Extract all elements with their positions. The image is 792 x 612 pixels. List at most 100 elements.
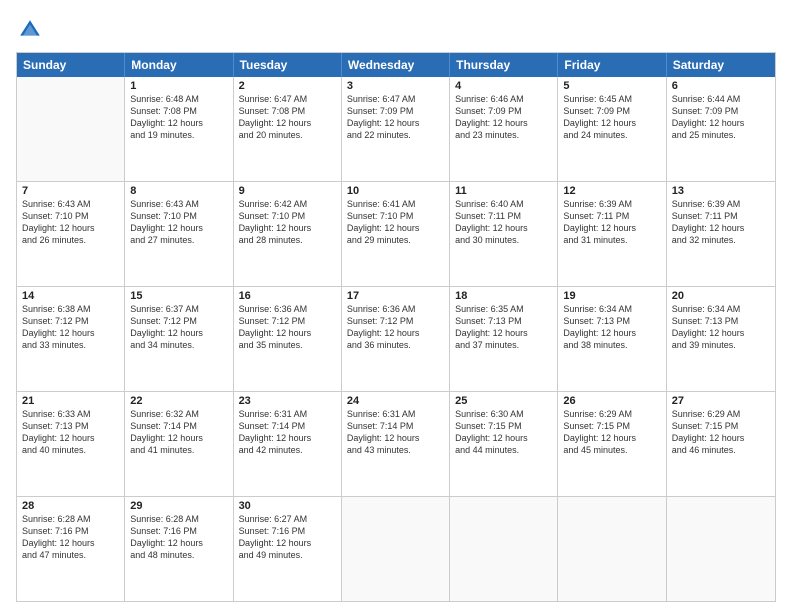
line4: and 48 minutes. (130, 549, 227, 561)
day-number: 11 (455, 185, 552, 197)
cal-header-thursday: Thursday (450, 53, 558, 77)
day-number: 20 (672, 290, 770, 302)
line4: and 19 minutes. (130, 129, 227, 141)
line2: Sunset: 7:10 PM (347, 210, 444, 222)
calendar-body: 1Sunrise: 6:48 AMSunset: 7:08 PMDaylight… (17, 77, 775, 601)
day-number: 14 (22, 290, 119, 302)
day-number: 1 (130, 80, 227, 92)
line4: and 20 minutes. (239, 129, 336, 141)
line4: and 37 minutes. (455, 339, 552, 351)
line3: Daylight: 12 hours (455, 432, 552, 444)
cal-cell-0-1: 1Sunrise: 6:48 AMSunset: 7:08 PMDaylight… (125, 77, 233, 181)
cal-row-2: 14Sunrise: 6:38 AMSunset: 7:12 PMDayligh… (17, 287, 775, 392)
line2: Sunset: 7:13 PM (672, 315, 770, 327)
line4: and 27 minutes. (130, 234, 227, 246)
cal-cell-4-5 (558, 497, 666, 601)
line4: and 24 minutes. (563, 129, 660, 141)
line3: Daylight: 12 hours (347, 432, 444, 444)
day-number: 5 (563, 80, 660, 92)
line1: Sunrise: 6:32 AM (130, 408, 227, 420)
cal-cell-0-2: 2Sunrise: 6:47 AMSunset: 7:08 PMDaylight… (234, 77, 342, 181)
line2: Sunset: 7:09 PM (455, 105, 552, 117)
line3: Daylight: 12 hours (563, 432, 660, 444)
line3: Daylight: 12 hours (22, 432, 119, 444)
line1: Sunrise: 6:27 AM (239, 513, 336, 525)
line2: Sunset: 7:16 PM (22, 525, 119, 537)
line4: and 38 minutes. (563, 339, 660, 351)
day-number: 12 (563, 185, 660, 197)
line1: Sunrise: 6:47 AM (347, 93, 444, 105)
line1: Sunrise: 6:36 AM (239, 303, 336, 315)
line4: and 30 minutes. (455, 234, 552, 246)
line1: Sunrise: 6:40 AM (455, 198, 552, 210)
day-number: 15 (130, 290, 227, 302)
line3: Daylight: 12 hours (239, 327, 336, 339)
line1: Sunrise: 6:28 AM (130, 513, 227, 525)
line1: Sunrise: 6:37 AM (130, 303, 227, 315)
day-number: 7 (22, 185, 119, 197)
line3: Daylight: 12 hours (672, 327, 770, 339)
line2: Sunset: 7:14 PM (347, 420, 444, 432)
cal-cell-3-0: 21Sunrise: 6:33 AMSunset: 7:13 PMDayligh… (17, 392, 125, 496)
line2: Sunset: 7:11 PM (563, 210, 660, 222)
cal-row-0: 1Sunrise: 6:48 AMSunset: 7:08 PMDaylight… (17, 77, 775, 182)
line2: Sunset: 7:12 PM (130, 315, 227, 327)
line1: Sunrise: 6:41 AM (347, 198, 444, 210)
line3: Daylight: 12 hours (347, 222, 444, 234)
cal-cell-3-5: 26Sunrise: 6:29 AMSunset: 7:15 PMDayligh… (558, 392, 666, 496)
day-number: 30 (239, 500, 336, 512)
line1: Sunrise: 6:45 AM (563, 93, 660, 105)
line4: and 41 minutes. (130, 444, 227, 456)
cal-cell-1-1: 8Sunrise: 6:43 AMSunset: 7:10 PMDaylight… (125, 182, 233, 286)
line3: Daylight: 12 hours (347, 327, 444, 339)
line2: Sunset: 7:15 PM (672, 420, 770, 432)
line4: and 43 minutes. (347, 444, 444, 456)
line2: Sunset: 7:08 PM (239, 105, 336, 117)
line4: and 25 minutes. (672, 129, 770, 141)
cal-cell-1-4: 11Sunrise: 6:40 AMSunset: 7:11 PMDayligh… (450, 182, 558, 286)
cal-cell-0-0 (17, 77, 125, 181)
line4: and 34 minutes. (130, 339, 227, 351)
cal-cell-0-3: 3Sunrise: 6:47 AMSunset: 7:09 PMDaylight… (342, 77, 450, 181)
line3: Daylight: 12 hours (455, 222, 552, 234)
line1: Sunrise: 6:39 AM (672, 198, 770, 210)
line3: Daylight: 12 hours (22, 222, 119, 234)
day-number: 25 (455, 395, 552, 407)
line1: Sunrise: 6:31 AM (239, 408, 336, 420)
day-number: 13 (672, 185, 770, 197)
cal-cell-4-0: 28Sunrise: 6:28 AMSunset: 7:16 PMDayligh… (17, 497, 125, 601)
cal-cell-2-5: 19Sunrise: 6:34 AMSunset: 7:13 PMDayligh… (558, 287, 666, 391)
line1: Sunrise: 6:29 AM (563, 408, 660, 420)
line1: Sunrise: 6:33 AM (22, 408, 119, 420)
cal-row-1: 7Sunrise: 6:43 AMSunset: 7:10 PMDaylight… (17, 182, 775, 287)
cal-cell-3-3: 24Sunrise: 6:31 AMSunset: 7:14 PMDayligh… (342, 392, 450, 496)
line2: Sunset: 7:09 PM (347, 105, 444, 117)
cal-cell-2-2: 16Sunrise: 6:36 AMSunset: 7:12 PMDayligh… (234, 287, 342, 391)
line4: and 23 minutes. (455, 129, 552, 141)
line2: Sunset: 7:12 PM (347, 315, 444, 327)
cal-cell-4-3 (342, 497, 450, 601)
line2: Sunset: 7:16 PM (239, 525, 336, 537)
line3: Daylight: 12 hours (672, 117, 770, 129)
line2: Sunset: 7:14 PM (239, 420, 336, 432)
line4: and 29 minutes. (347, 234, 444, 246)
header (16, 16, 776, 44)
line3: Daylight: 12 hours (239, 222, 336, 234)
day-number: 21 (22, 395, 119, 407)
line1: Sunrise: 6:48 AM (130, 93, 227, 105)
line3: Daylight: 12 hours (563, 117, 660, 129)
cal-row-4: 28Sunrise: 6:28 AMSunset: 7:16 PMDayligh… (17, 497, 775, 601)
line3: Daylight: 12 hours (239, 117, 336, 129)
cal-cell-0-6: 6Sunrise: 6:44 AMSunset: 7:09 PMDaylight… (667, 77, 775, 181)
line2: Sunset: 7:16 PM (130, 525, 227, 537)
line3: Daylight: 12 hours (563, 222, 660, 234)
line2: Sunset: 7:10 PM (22, 210, 119, 222)
line4: and 42 minutes. (239, 444, 336, 456)
line2: Sunset: 7:11 PM (672, 210, 770, 222)
day-number: 3 (347, 80, 444, 92)
line4: and 31 minutes. (563, 234, 660, 246)
line1: Sunrise: 6:44 AM (672, 93, 770, 105)
calendar-header-row: SundayMondayTuesdayWednesdayThursdayFrid… (17, 53, 775, 77)
line1: Sunrise: 6:35 AM (455, 303, 552, 315)
day-number: 26 (563, 395, 660, 407)
